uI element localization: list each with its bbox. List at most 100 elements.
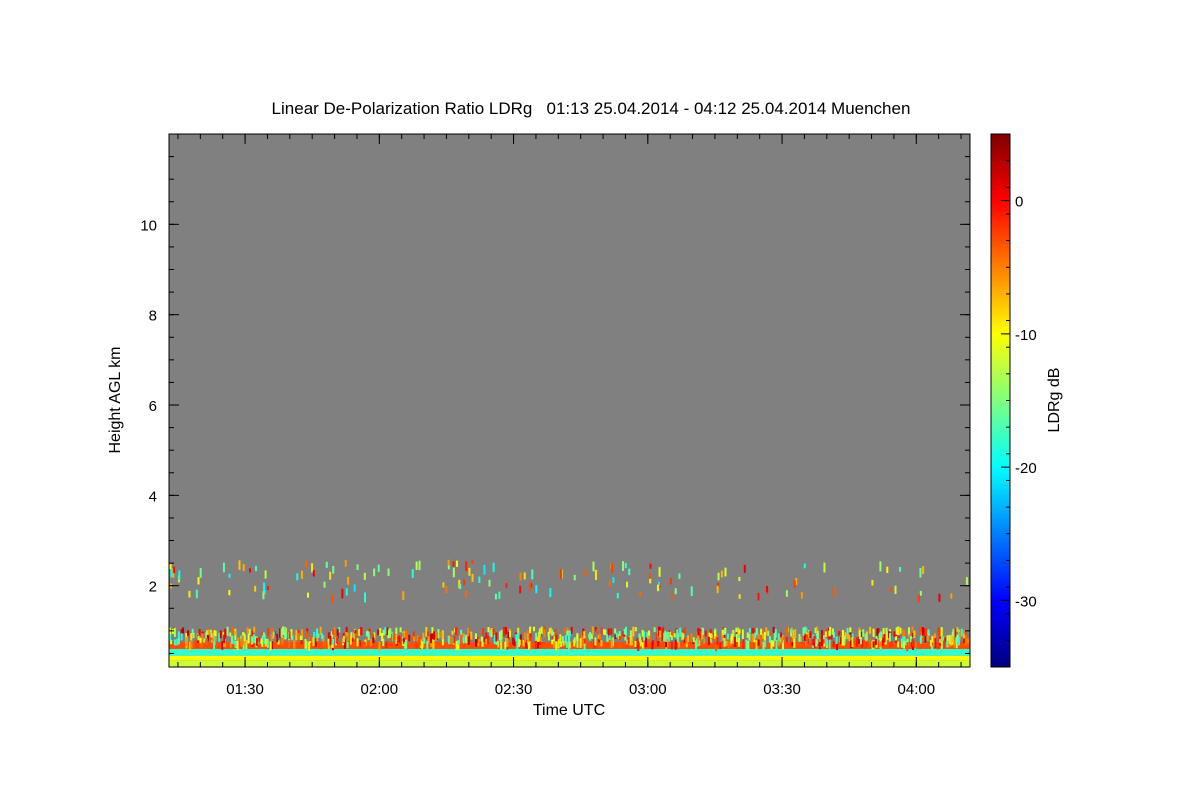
ldr-cell xyxy=(360,627,363,635)
ldr-cell xyxy=(790,628,793,633)
ldr-cell xyxy=(888,632,891,642)
ldr-cell xyxy=(229,632,232,637)
ldr-cell xyxy=(846,634,849,640)
ldr-cell xyxy=(266,640,269,648)
ldr-cell xyxy=(188,590,191,598)
ldr-cell xyxy=(762,633,765,640)
ldr-cell xyxy=(676,632,679,643)
ldr-cell xyxy=(258,637,261,642)
ldr-cell xyxy=(841,636,844,646)
ldr-cell xyxy=(576,640,579,648)
ldr-cell xyxy=(465,634,468,644)
ldr-cell xyxy=(462,633,465,638)
ldr-cell xyxy=(312,637,315,647)
ldr-cell xyxy=(611,563,614,574)
ldr-cell xyxy=(333,626,336,634)
ldr-cell xyxy=(834,586,837,597)
ldr-cell xyxy=(190,641,193,650)
ldr-cell xyxy=(535,585,538,594)
ldr-cell xyxy=(529,626,532,634)
ldr-cell xyxy=(459,583,462,590)
ldr-cell xyxy=(402,591,405,600)
ldr-cell xyxy=(743,564,746,573)
ldr-cell xyxy=(610,638,613,648)
ldr-cell xyxy=(630,637,633,646)
ldr-cell xyxy=(564,635,567,642)
ldr-cell xyxy=(820,633,823,641)
ldr-cell xyxy=(678,641,681,648)
ldr-cell xyxy=(825,638,828,646)
ldr-cell xyxy=(408,634,411,642)
ldr-cell xyxy=(241,635,244,646)
ldr-cell xyxy=(350,635,353,645)
ldr-cell xyxy=(964,638,967,646)
ldr-cell xyxy=(182,627,185,634)
ldr-cell xyxy=(364,592,367,603)
ldr-cell xyxy=(728,641,731,649)
ldr-cell xyxy=(452,561,455,567)
ldr-cell xyxy=(772,626,775,634)
ldr-cell xyxy=(855,637,858,647)
ldr-cell xyxy=(702,635,705,645)
ldr-cell xyxy=(449,635,452,645)
ldr-cell xyxy=(634,641,637,647)
ldr-cell xyxy=(618,631,621,637)
ldr-cell xyxy=(710,634,713,639)
ldr-cell xyxy=(767,630,770,637)
ldr-cell xyxy=(223,634,226,644)
ldr-cell xyxy=(823,562,826,573)
ldr-cell xyxy=(395,634,398,645)
ldr-cell xyxy=(626,581,629,588)
ldr-cell xyxy=(238,560,241,570)
ldr-cell xyxy=(214,630,217,637)
ldr-cell xyxy=(431,627,434,634)
ldr-cell xyxy=(755,639,758,650)
ldr-cell xyxy=(629,630,632,639)
ldr-cell xyxy=(748,633,751,641)
ldr-cell xyxy=(863,639,866,646)
ldr-cell xyxy=(170,568,173,578)
ldr-cell xyxy=(940,627,943,636)
ldr-cell xyxy=(934,638,937,648)
ldr-cell xyxy=(447,565,450,570)
ldr-cell xyxy=(913,630,916,638)
ldr-cell xyxy=(528,641,531,650)
ldr-cell xyxy=(846,628,849,634)
ldr-cell xyxy=(219,630,222,639)
ldr-cell xyxy=(399,627,402,633)
ldr-cell xyxy=(346,641,349,649)
ldr-cell xyxy=(762,641,765,650)
ldr-cell xyxy=(190,633,193,641)
ldr-cell xyxy=(551,629,554,636)
ldr-cell xyxy=(228,589,231,596)
ldr-cell xyxy=(594,569,597,580)
ldr-cell xyxy=(764,641,767,648)
ldr-cell xyxy=(685,638,688,644)
ldr-cell xyxy=(603,629,606,636)
ldr-cell xyxy=(798,633,801,642)
ldr-cell xyxy=(785,590,788,597)
ldr-cell xyxy=(757,639,760,646)
ldr-cell xyxy=(745,639,748,650)
ldr-cell xyxy=(669,577,672,585)
ldr-cell xyxy=(226,626,229,636)
ldr-cell xyxy=(562,640,565,646)
ldr-cell xyxy=(785,628,788,637)
ldr-cell xyxy=(886,566,889,573)
ldr-cell xyxy=(411,569,414,578)
ldr-cell xyxy=(751,627,754,633)
ldr-cell xyxy=(583,638,586,644)
ldr-cell xyxy=(717,572,720,581)
ldr-cell xyxy=(387,568,390,576)
ldr-cell xyxy=(475,639,478,647)
ldr-cell xyxy=(773,632,776,641)
y-tick-label: 4 xyxy=(149,488,157,505)
ldr-cell xyxy=(291,635,294,641)
ldr-cell xyxy=(345,632,348,637)
ldr-cell xyxy=(549,587,552,598)
ldr-cell xyxy=(483,564,486,575)
ldr-cell xyxy=(653,627,656,633)
ldr-cell xyxy=(735,634,738,643)
ldr-cell xyxy=(421,640,424,650)
ldr-cell xyxy=(716,585,719,594)
